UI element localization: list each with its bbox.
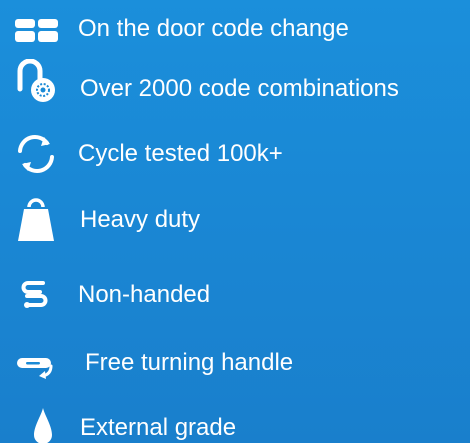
water-drop-icon bbox=[8, 398, 62, 443]
features-panel: On the door code change Over 2000 code c… bbox=[0, 0, 470, 443]
feature-label: Over 2000 code combinations bbox=[80, 75, 399, 102]
weight-icon bbox=[8, 190, 62, 250]
padlock-icon bbox=[8, 59, 62, 119]
feature-item-cycle-tested: Cycle tested 100k+ bbox=[0, 124, 470, 184]
feature-item-code-combinations: Over 2000 code combinations bbox=[0, 59, 470, 119]
feature-label: On the door code change bbox=[78, 15, 349, 42]
handles-icon bbox=[8, 265, 62, 325]
feature-item-door-code-change: On the door code change bbox=[0, 0, 470, 59]
feature-label: Free turning handle bbox=[85, 349, 294, 376]
feature-item-non-handed: Non-handed bbox=[0, 265, 470, 325]
feature-item-heavy-duty: Heavy duty bbox=[0, 190, 470, 250]
feature-label: Heavy duty bbox=[80, 206, 201, 233]
feature-label: Cycle tested 100k+ bbox=[78, 140, 283, 167]
turning-handle-icon bbox=[8, 333, 62, 393]
feature-item-free-turning-handle: Free turning handle bbox=[0, 333, 470, 393]
grid-icon bbox=[8, 0, 62, 59]
feature-label: External grade bbox=[80, 414, 237, 441]
feature-item-external-grade: External grade bbox=[0, 398, 470, 443]
feature-label: Non-handed bbox=[78, 281, 211, 308]
cycle-arrows-icon bbox=[8, 124, 62, 184]
